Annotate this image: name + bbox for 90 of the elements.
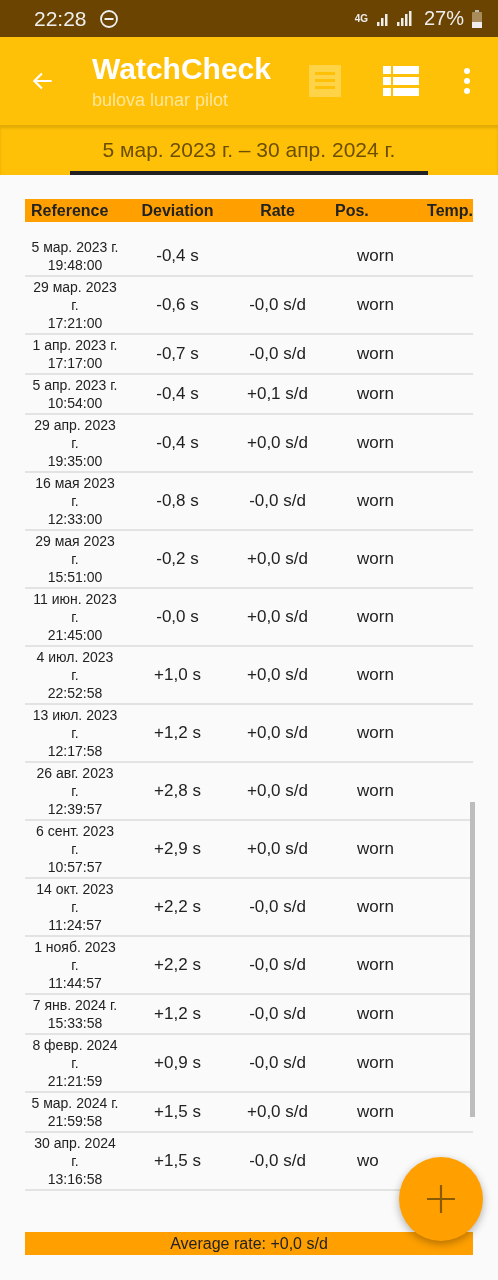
clock: 22:28 [34,6,87,31]
deviation-cell-text: +1,5 s [153,1151,202,1171]
column-header: Pos. [334,201,370,220]
deviation-cell-text: -0,4 s [155,246,200,266]
deviation-cell-text: -0,0 s [155,607,200,627]
date-cell-text: 14 окт. 2023 г. 11:24:57 [35,880,115,935]
position-cell-text: wo [356,1151,380,1171]
rate-cell-text: -0,0 s/d [248,1004,307,1024]
rate-cell-text: -0,0 s/d [248,295,307,315]
position-cell-text: worn [356,384,395,404]
date-cell-text: 5 мар. 2023 г. 19:48:00 [30,238,120,275]
deviation-cell-text: +0,9 s [153,1053,202,1073]
list-icon[interactable] [383,66,419,96]
rate-cell-text: +0,0 s/d [246,723,309,743]
date-cell-text: 29 мая 2023 г. 15:51:00 [34,532,116,587]
position-cell-text: worn [356,1053,395,1073]
date-cell-text: 29 мар. 2023 г. 17:21:00 [32,278,118,333]
column-header: Rate [259,201,296,220]
date-cell-text: 29 апр. 2023 г. 19:35:00 [33,416,117,471]
deviation-cell-text: +1,5 s [153,1102,202,1122]
receipt-icon[interactable] [307,63,343,99]
date-cell-text: 30 апр. 2024 г. 13:16:58 [33,1134,117,1189]
position-cell-text: worn [356,246,395,266]
deviation-cell-text: -0,4 s [155,384,200,404]
position-cell-text: worn [356,897,395,917]
rate-cell-text: -0,0 s/d [248,491,307,511]
deviation-cell-text: -0,4 s [155,433,200,453]
date-cell-text: 5 мар. 2024 г. 21:59:58 [30,1094,120,1131]
date-cell-text: 13 июл. 2023 г. 12:17:58 [31,706,119,761]
position-cell-text: worn [356,839,395,859]
rate-cell-text: +0,1 s/d [246,384,309,404]
date-cell-text: 1 нояб. 2023 г. 11:44:57 [33,938,117,993]
deviation-cell-text: -0,2 s [155,549,200,569]
rate-cell-text: -0,0 s/d [248,1151,307,1171]
position-cell-text: worn [356,295,395,315]
rate-cell-text: +0,0 s/d [246,607,309,627]
date-cell-text: 5 апр. 2023 г. 10:54:00 [31,376,119,413]
column-header: Deviation [140,201,215,220]
do-not-disturb-icon [98,8,119,29]
column-header: Reference [30,201,110,220]
position-cell-text: worn [356,665,395,685]
rate-cell-text: -0,0 s/d [248,1053,307,1073]
deviation-cell-text: -0,8 s [155,491,200,511]
deviation-cell-text: +2,9 s [153,839,202,859]
position-cell-text: worn [356,781,395,801]
date-cell-text: 1 апр. 2023 г. 17:17:00 [31,336,119,373]
position-cell-text: worn [356,607,395,627]
column-header: Temp. [426,201,473,220]
rate-cell-text: +0,0 s/d [246,549,309,569]
rate-cell-text: +0,0 s/d [246,1102,309,1122]
watch-name: bulova lunar pilot [92,89,230,111]
rate-cell-text: +0,0 s/d [246,839,309,859]
rate-cell-text: -0,0 s/d [248,897,307,917]
scrollbar[interactable] [470,802,475,1117]
date-cell-text: 8 февр. 2024 г. 21:21:59 [31,1036,119,1091]
date-cell-text: 7 янв. 2024 г. 15:33:58 [31,996,119,1033]
position-cell-text: worn [356,1004,395,1024]
position-cell-text: worn [356,433,395,453]
battery-level: 27% [423,7,464,30]
rate-cell-text: -0,0 s/d [248,955,307,975]
position-cell-text: worn [356,1102,395,1122]
rate-cell-text: +0,0 s/d [246,781,309,801]
app-title: WatchCheck [92,51,272,86]
deviation-cell-text: +2,8 s [153,781,202,801]
date-cell-text: 11 июн. 2023 г. 21:45:00 [32,590,118,645]
position-cell-text: worn [356,955,395,975]
plus-icon [426,1184,456,1214]
deviation-cell-text: +1,2 s [153,1004,202,1024]
rate-cell-text: +0,0 s/d [246,433,309,453]
date-cell-text: 6 сент. 2023 г. 10:57:57 [35,822,115,877]
date-cell-text: 4 июл. 2023 г. 22:52:58 [35,648,115,703]
deviation-cell-text: +2,2 s [153,897,202,917]
deviation-cell-text: -0,6 s [155,295,200,315]
date-cell-text: 16 мая 2023 г. 12:33:00 [34,474,116,529]
deviation-cell-text: +2,2 s [153,955,202,975]
date-cell-text: 26 авг. 2023 г. 12:39:57 [35,764,115,819]
add-button[interactable] [399,1157,483,1241]
rate-cell-text: -0,0 s/d [248,344,307,364]
position-cell-text: worn [356,344,395,364]
more-options-icon[interactable] [464,68,470,94]
rate-cell-text: +0,0 s/d [246,665,309,685]
battery-icon [472,9,482,28]
average-rate: Average rate: +0,0 s/d [25,1232,473,1255]
deviation-cell-text: +1,0 s [153,665,202,685]
deviation-cell-text: +1,2 s [153,723,202,743]
network-type: 4G [354,13,368,24]
position-cell-text: worn [356,723,395,743]
deviation-cell-text: -0,7 s [155,344,200,364]
position-cell-text: worn [356,549,395,569]
position-cell-text: worn [356,491,395,511]
